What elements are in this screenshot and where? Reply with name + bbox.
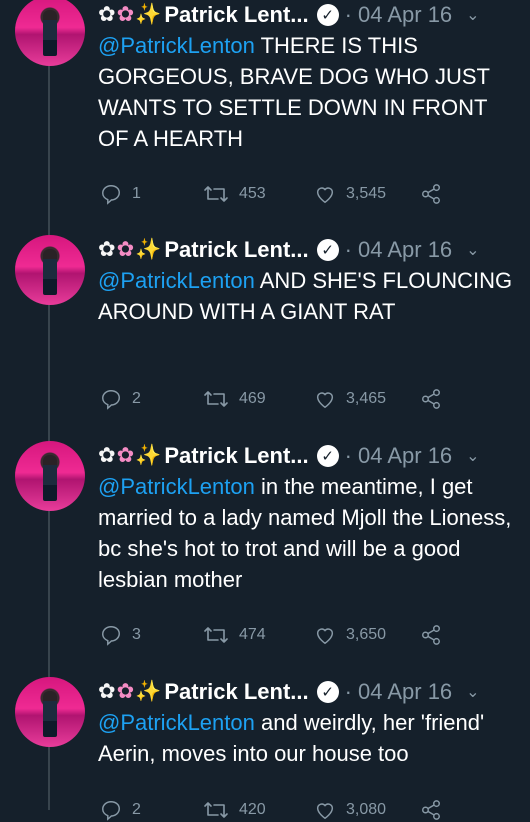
retweet-button[interactable]: 474 [203,623,266,647]
like-button[interactable]: 3,650 [314,623,386,647]
reply-count: 3 [132,626,141,643]
verified-badge-icon: ✓ [316,239,339,261]
display-name[interactable]: Patrick Lent... [164,679,308,705]
verified-badge-icon: ✓ [316,681,339,703]
tweet-actions: 2 420 3,080 [100,798,460,822]
tweet-header: ✿ ✿ ✨ Patrick Lent... ✓ · 04 Apr 16 ⌄ [98,235,518,265]
like-button[interactable]: 3,080 [314,798,386,822]
reply-count: 2 [132,390,141,407]
like-button[interactable]: 3,545 [314,182,386,206]
sparkles-emoji: ✨ [135,238,162,261]
heart-icon [316,187,334,204]
display-name[interactable]: Patrick Lent... [164,443,308,469]
reply-button[interactable]: 2 [100,387,141,411]
heart-icon [316,803,334,820]
separator-dot: · [344,2,352,27]
share-icon [422,184,440,204]
tweet-date[interactable]: 04 Apr 16 [358,2,452,28]
mention-link[interactable]: @PatrickLenton [98,710,255,735]
heart-icon [316,392,334,409]
like-count: 3,080 [346,801,387,818]
flower-emoji: ✿ [98,3,116,26]
reply-button[interactable]: 3 [100,623,141,647]
flower-emoji: ✿ [116,238,135,261]
avatar[interactable] [15,235,85,305]
separator-dot: · [344,679,352,704]
reply-icon [102,390,120,410]
tweet-actions: 3 474 3,650 [100,623,460,647]
display-name[interactable]: Patrick Lent... [164,2,308,28]
flower-emoji: ✿ [98,680,116,703]
share-button[interactable] [420,623,442,647]
tweet-date[interactable]: 04 Apr 16 [358,237,452,263]
chevron-down-icon[interactable]: ⌄ [466,240,479,260]
display-name[interactable]: Patrick Lent... [164,237,308,263]
like-count: 3,545 [346,185,387,202]
tweet-text: @PatrickLenton AND SHE'S FLOUNCING AROUN… [98,265,518,327]
separator-dot: · [344,443,352,468]
retweet-button[interactable]: 469 [203,387,266,411]
separator-dot: · [344,237,352,262]
reply-count: 2 [132,801,141,818]
retweet-count: 420 [239,801,266,818]
tweet-date[interactable]: 04 Apr 16 [358,679,452,705]
retweet-button[interactable]: 453 [203,182,266,206]
sparkles-emoji: ✨ [135,444,162,467]
share-button[interactable] [420,387,442,411]
flower-emoji: ✿ [98,238,116,261]
retweet-count: 453 [239,185,266,202]
retweet-button[interactable]: 420 [203,798,266,822]
mention-link[interactable]: @PatrickLenton [98,33,255,58]
flower-emoji: ✿ [116,680,135,703]
tweet-text: @PatrickLenton in the meantime, I get ma… [98,471,518,595]
retweet-icon [204,802,228,818]
chevron-down-icon[interactable]: ⌄ [466,5,479,25]
tweet-actions: 2 469 3,465 [100,387,460,411]
reply-button[interactable]: 2 [100,798,141,822]
reply-icon [102,185,120,205]
chevron-down-icon[interactable]: ⌄ [466,446,479,466]
tweet-text: @PatrickLenton and weirdly, her 'friend'… [98,707,518,769]
share-button[interactable] [420,798,442,822]
tweet-header: ✿ ✿ ✨ Patrick Lent... ✓ · 04 Apr 16 ⌄ [98,0,518,30]
flower-emoji: ✿ [116,444,135,467]
share-icon [422,389,440,409]
tweet-text: @PatrickLenton THERE IS THIS GORGEOUS, B… [98,30,518,154]
reply-count: 1 [132,185,141,202]
retweet-icon [204,186,228,202]
like-count: 3,650 [346,626,387,643]
tweet-date[interactable]: 04 Apr 16 [358,443,452,469]
chevron-down-icon[interactable]: ⌄ [466,682,479,702]
avatar[interactable] [15,677,85,747]
sparkles-emoji: ✨ [135,680,162,703]
avatar[interactable] [15,441,85,511]
reply-icon [102,801,120,821]
reply-button[interactable]: 1 [100,182,141,206]
tweet-header: ✿ ✿ ✨ Patrick Lent... ✓ · 04 Apr 16 ⌄ [98,677,518,707]
flower-emoji: ✿ [116,3,135,26]
verified-badge-icon: ✓ [316,4,339,26]
retweet-count: 474 [239,626,266,643]
avatar[interactable] [15,0,85,66]
heart-icon [316,628,334,645]
flower-emoji: ✿ [98,444,116,467]
share-icon [422,625,440,645]
like-count: 3,465 [346,390,387,407]
verified-badge-icon: ✓ [316,445,339,467]
sparkles-emoji: ✨ [135,3,162,26]
retweet-icon [204,627,228,643]
tweet-actions: 1 453 3,545 [100,182,460,206]
mention-link[interactable]: @PatrickLenton [98,268,255,293]
like-button[interactable]: 3,465 [314,387,386,411]
retweet-icon [204,391,228,407]
share-icon [422,800,440,820]
tweet-header: ✿ ✿ ✨ Patrick Lent... ✓ · 04 Apr 16 ⌄ [98,441,518,471]
mention-link[interactable]: @PatrickLenton [98,474,255,499]
retweet-count: 469 [239,390,266,407]
share-button[interactable] [420,182,442,206]
reply-icon [102,626,120,646]
